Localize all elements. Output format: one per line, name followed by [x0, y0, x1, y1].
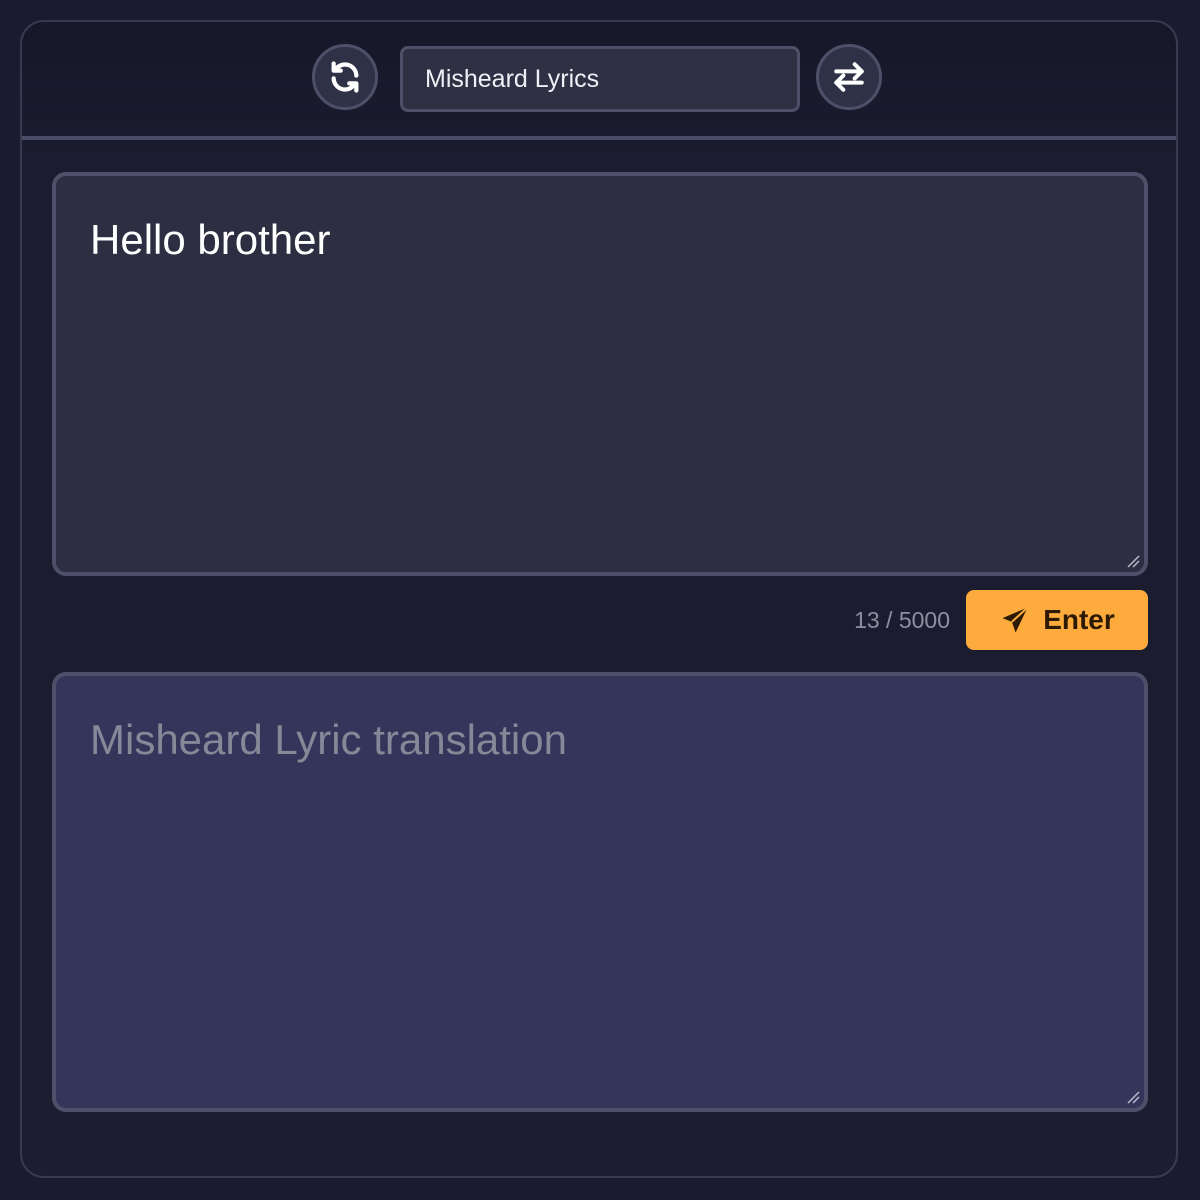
enter-button[interactable]: Enter [966, 590, 1148, 650]
mode-label: Misheard Lyrics [425, 65, 600, 93]
refresh-button[interactable] [312, 44, 378, 110]
enter-label: Enter [1043, 604, 1115, 635]
mode-select[interactable]: Misheard Lyrics [400, 46, 800, 112]
swap-button[interactable] [816, 44, 882, 110]
lyrics-input[interactable]: Hello brother [52, 172, 1148, 576]
translation-placeholder: Misheard Lyric translation [90, 716, 567, 763]
lyrics-input-text: Hello brother [90, 216, 331, 263]
swap-arrows-icon [832, 60, 866, 94]
char-counter: 13 / 5000 [854, 607, 950, 633]
resize-handle-icon[interactable] [1126, 554, 1140, 568]
paper-plane-icon [999, 605, 1031, 635]
resize-handle-icon[interactable] [1126, 1090, 1140, 1104]
refresh-icon [328, 60, 362, 94]
translator-panel: Misheard Lyrics Hello brother 13 / 5000 [20, 20, 1178, 1178]
translation-output[interactable]: Misheard Lyric translation [52, 672, 1148, 1112]
toolbar: Misheard Lyrics [22, 22, 1176, 140]
